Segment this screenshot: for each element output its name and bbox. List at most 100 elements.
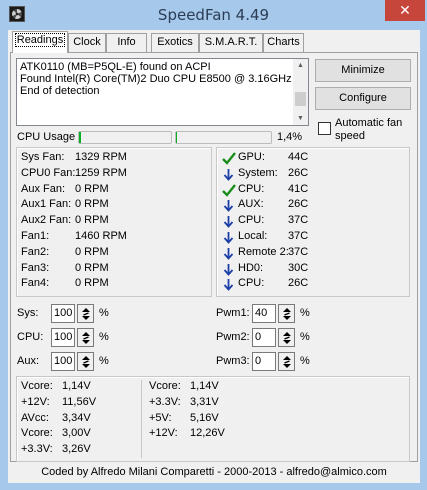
temperature-name: HD0:: [238, 261, 264, 274]
tab-clock[interactable]: Clock: [68, 33, 106, 52]
scroll-up-icon[interactable]: ▲: [296, 61, 305, 70]
fan-name: Aux2 Fan:: [21, 214, 72, 227]
voltage-value: 1,14V: [190, 380, 219, 392]
temperature-value: 26C: [288, 166, 309, 179]
fan-name: Aux Fan:: [21, 182, 66, 195]
temperature-name: Local:: [238, 230, 268, 242]
spin-up-down-icon[interactable]: [77, 328, 94, 347]
speed-left-input[interactable]: 100: [51, 328, 75, 347]
temperature-value: 37C: [288, 245, 309, 258]
spin-up-down-icon[interactable]: [77, 352, 94, 371]
spin-up-down-icon[interactable]: [278, 352, 295, 371]
speed-left-input[interactable]: 100: [51, 352, 75, 371]
down-arrow-icon: [222, 215, 235, 229]
voltages-divider: [141, 380, 142, 458]
spin-up-down-icon[interactable]: [77, 304, 94, 323]
cpu-core1-usage-bar: [78, 131, 172, 144]
check-icon: [222, 152, 236, 165]
automatic-fan-speed-label: Automatic fan speed: [335, 117, 402, 143]
fan-rpm: 0 RPM: [75, 261, 109, 274]
down-arrow-icon: [222, 199, 235, 213]
speed-left-label: CPU:: [17, 331, 44, 343]
auto-fan-label-line2: speed: [335, 130, 365, 142]
voltage-value: 3,00V: [62, 427, 91, 440]
speed-right-label: Pwm3:: [216, 355, 250, 367]
cpu-core2-usage-fill: [176, 132, 177, 143]
voltage-value: 5,16V: [190, 411, 219, 424]
configure-button[interactable]: Configure: [315, 87, 411, 110]
log-line: End of detection: [20, 85, 100, 97]
temperature-value: 41C: [288, 182, 309, 195]
voltage-name: Vcore:: [21, 380, 53, 392]
fan-rpm: 0 RPM: [75, 277, 109, 290]
down-arrow-icon: [222, 168, 235, 181]
speed-right-input[interactable]: 40: [252, 304, 276, 323]
speed-left-input[interactable]: 100: [51, 304, 75, 323]
status-bar: Coded by Alfredo Milani Comparetti - 200…: [41, 466, 387, 478]
voltage-value: 12,26V: [190, 427, 225, 440]
temperature-name: CPU:: [238, 182, 265, 195]
speed-right-label: Pwm1:: [216, 307, 250, 319]
log-scrollbar[interactable]: ▲ ▼: [293, 59, 308, 125]
tab-smart[interactable]: S.M.A.R.T.: [199, 33, 263, 52]
minimize-button[interactable]: Minimize: [315, 59, 411, 82]
voltage-name: +12V:: [21, 395, 50, 408]
percent-unit: %: [300, 355, 310, 367]
temperature-name: System:: [238, 166, 278, 179]
fan-name: Aux1 Fan:: [21, 198, 72, 211]
speed-right-input[interactable]: 0: [252, 352, 276, 371]
temperature-value: 44C: [288, 151, 309, 163]
cpu-usage-label: CPU Usage: [17, 131, 76, 143]
percent-unit: %: [300, 331, 310, 343]
voltage-name: +5V:: [149, 411, 172, 424]
voltage-name: Vcore:: [21, 427, 53, 440]
tab-info[interactable]: Info: [106, 33, 147, 52]
check-icon: [222, 183, 236, 197]
fan-rpm: 1460 RPM: [75, 230, 127, 242]
fan-name: Sys Fan:: [21, 151, 65, 163]
log-line: ATK0110 (MB=P5QL-E) found on ACPI: [20, 61, 211, 73]
cpu-core2-usage-bar: [175, 131, 272, 144]
voltage-name: +12V:: [149, 427, 178, 440]
auto-fan-label-line1: Automatic fan: [335, 117, 403, 129]
tab-readings-label: Readings: [14, 33, 66, 47]
percent-unit: %: [99, 331, 109, 343]
down-arrow-icon: [222, 247, 235, 260]
spin-up-down-icon[interactable]: [278, 304, 295, 323]
temperature-name: CPU:: [238, 214, 265, 227]
tab-charts[interactable]: Charts: [263, 33, 304, 52]
down-arrow-icon: [222, 263, 235, 276]
detection-log[interactable]: ATK0110 (MB=P5QL-E) found on ACPI Found …: [16, 58, 309, 126]
speed-right-label: Pwm2:: [216, 331, 250, 343]
automatic-fan-speed-checkbox[interactable]: [318, 122, 331, 135]
speed-left-label: Sys:: [17, 307, 39, 319]
log-line: Found Intel(R) Core(TM)2 Duo CPU E8500 @…: [20, 73, 292, 85]
temperature-value: 30C: [288, 261, 309, 274]
voltage-name: +3.3V:: [149, 395, 181, 408]
temperature-name: Remote 2:: [238, 245, 289, 258]
tab-readings[interactable]: Readings: [12, 31, 68, 53]
percent-unit: %: [99, 307, 109, 319]
fan-name: CPU0 Fan:: [21, 166, 76, 179]
down-arrow-icon: [222, 278, 235, 292]
scroll-down-icon[interactable]: ▼: [296, 114, 305, 123]
voltage-value: 3,26V: [62, 443, 91, 456]
scrollbar-thumb[interactable]: [295, 92, 306, 106]
fan-name: Fan4:: [21, 277, 50, 290]
fan-name: Fan1:: [21, 230, 50, 242]
fan-rpm: 0 RPM: [75, 214, 109, 227]
percent-unit: %: [300, 307, 310, 319]
fan-rpm: 1329 RPM: [75, 151, 127, 163]
temperature-value: 37C: [288, 214, 309, 227]
speed-right-input[interactable]: 0: [252, 328, 276, 347]
temperature-value: 26C: [288, 198, 309, 211]
temperature-value: 37C: [288, 230, 309, 242]
close-button[interactable]: ✕: [385, 0, 425, 21]
tab-exotics[interactable]: Exotics: [151, 33, 199, 52]
fan-rpm: 0 RPM: [75, 198, 109, 211]
voltage-value: 11,56V: [62, 395, 97, 408]
fan-rpm: 1259 RPM: [75, 166, 127, 179]
cpu-usage-value: 1,4%: [277, 131, 303, 143]
fan-name: Fan2:: [21, 245, 50, 258]
spin-up-down-icon[interactable]: [278, 328, 295, 347]
